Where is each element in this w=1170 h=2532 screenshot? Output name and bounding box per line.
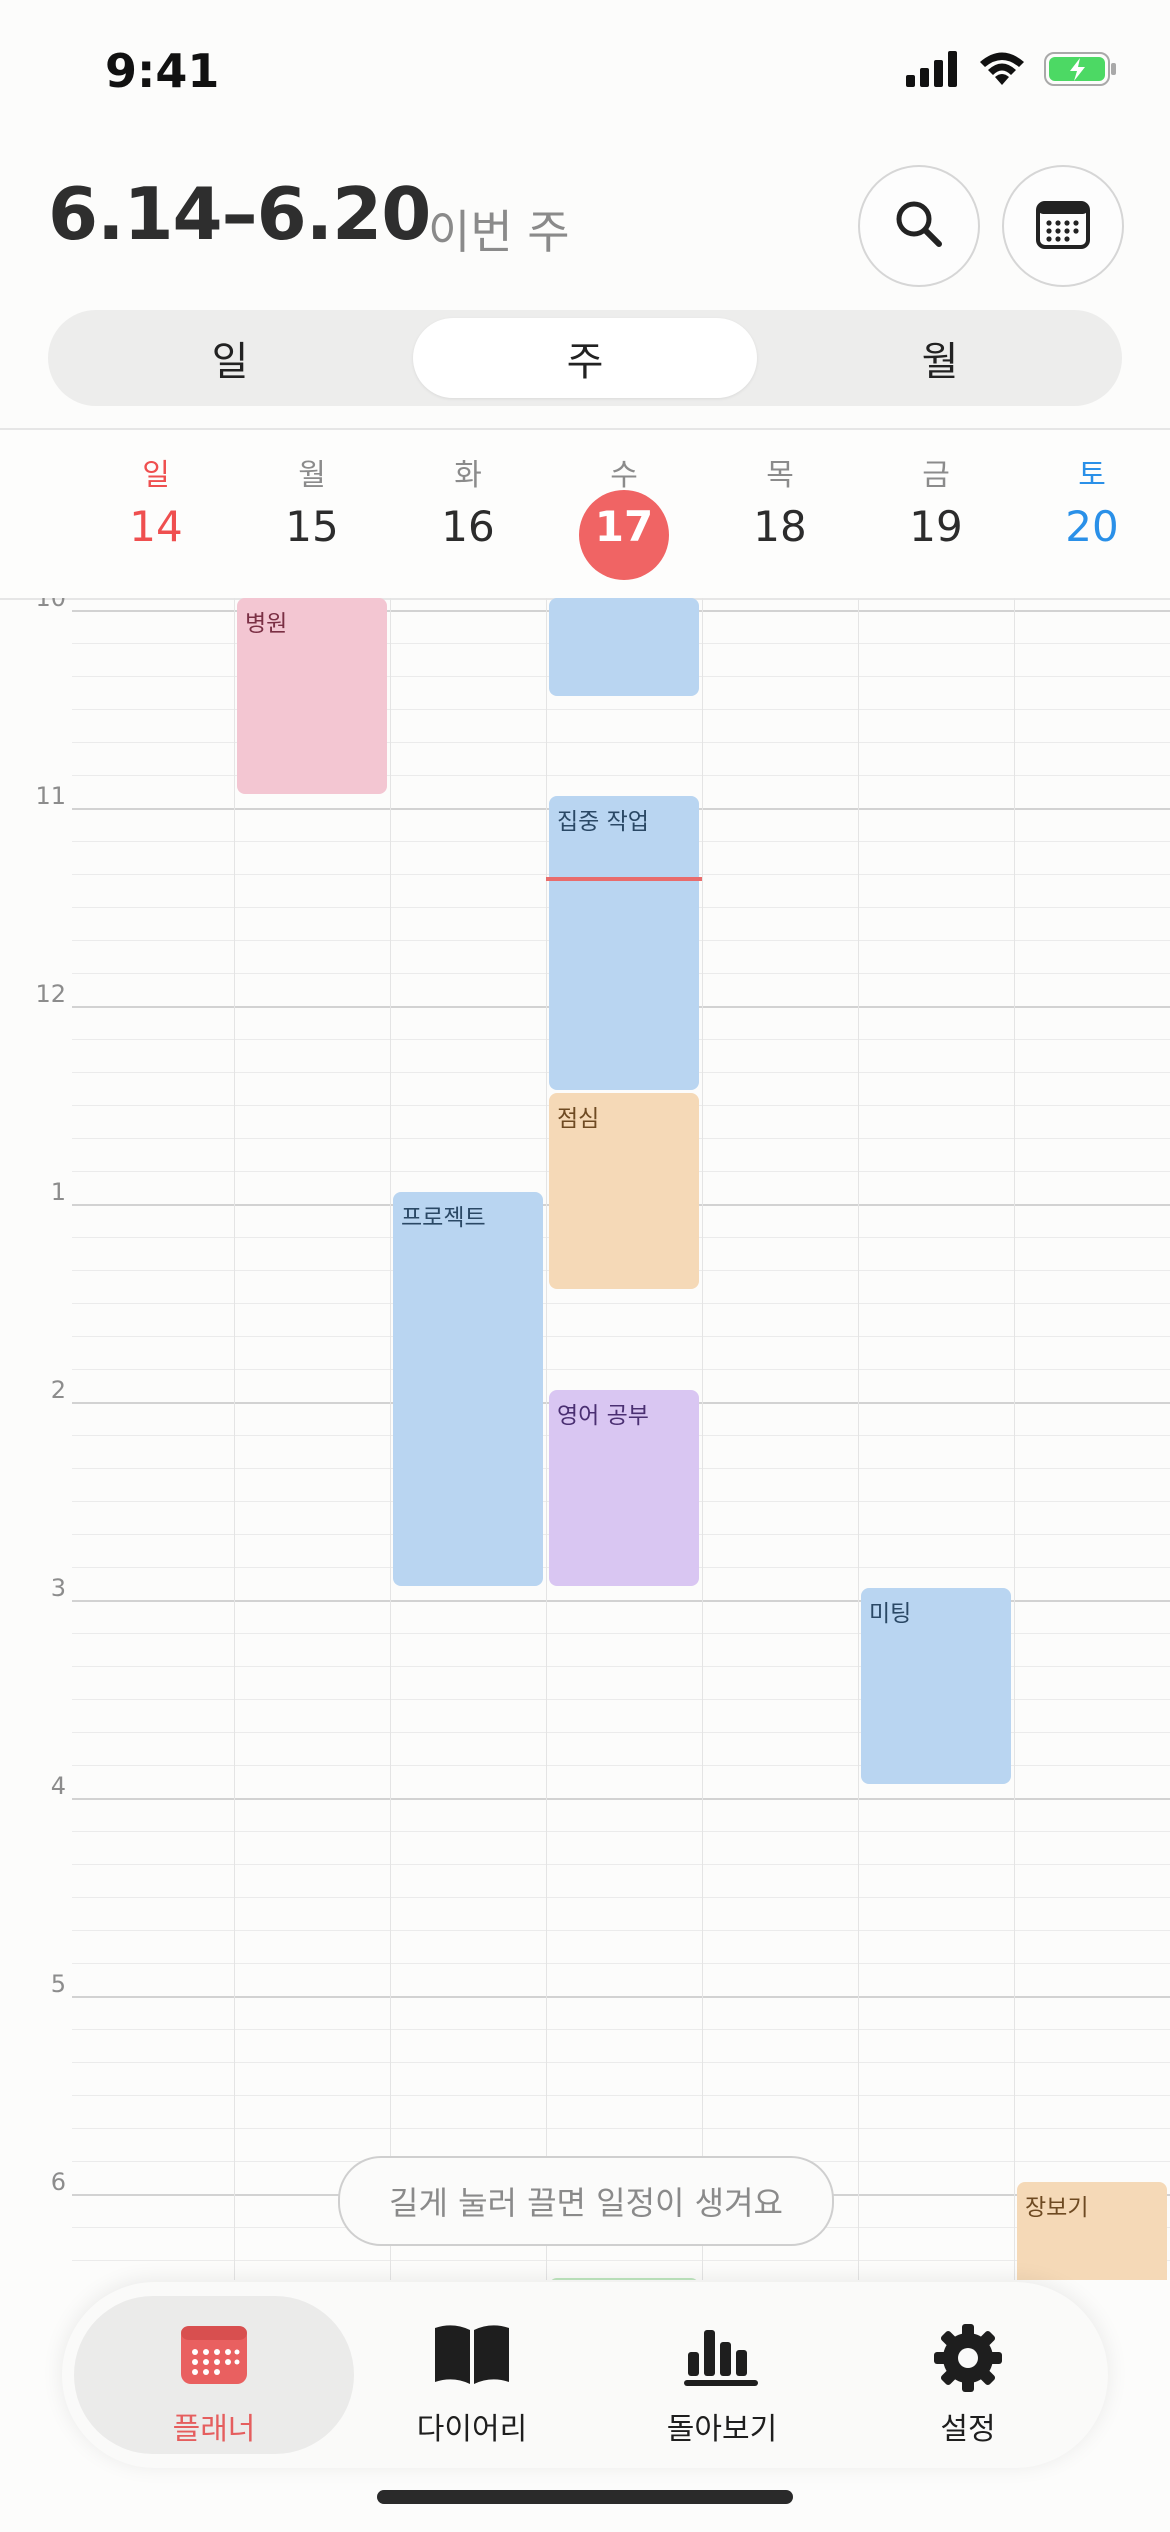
day-divider bbox=[702, 598, 703, 2280]
day-date: 19 bbox=[909, 502, 963, 551]
event-grocery[interactable]: 장보기 bbox=[1017, 2182, 1167, 2280]
hour-line bbox=[72, 1996, 1170, 1998]
event-project[interactable]: 프로젝트 bbox=[393, 1192, 543, 1586]
subhour-line bbox=[72, 1963, 1170, 1964]
day-date: 17 bbox=[594, 502, 654, 551]
event-focus-work[interactable]: 집중 작업 bbox=[549, 796, 699, 1090]
search-icon bbox=[893, 198, 945, 254]
subhour-line bbox=[72, 1897, 1170, 1898]
home-indicator[interactable] bbox=[377, 2490, 793, 2504]
subhour-line bbox=[72, 1930, 1170, 1931]
wifi-icon bbox=[978, 51, 1026, 91]
event-lunch[interactable]: 점심 bbox=[549, 1093, 699, 1289]
page-title: 6.14–6.20 bbox=[48, 172, 431, 256]
cellular-signal-icon bbox=[906, 51, 960, 91]
day-name: 월 bbox=[298, 458, 326, 493]
bottom-tab-bar: 플래너 다이어리 돌아보기 설정 bbox=[62, 2282, 1108, 2468]
day-column-sun[interactable]: 일 14 bbox=[78, 430, 234, 598]
subhour-line bbox=[72, 2062, 1170, 2063]
segment-day[interactable]: 일 bbox=[58, 318, 402, 398]
day-divider bbox=[390, 598, 391, 2280]
event-untitled[interactable] bbox=[549, 598, 699, 696]
subhour-line bbox=[72, 2029, 1170, 2030]
status-time: 9:41 bbox=[105, 44, 220, 98]
segment-month[interactable]: 월 bbox=[768, 318, 1112, 398]
bar-chart-icon bbox=[582, 2322, 862, 2388]
hour-label: 11 bbox=[35, 782, 66, 810]
day-column-wed[interactable]: 수 17 bbox=[546, 430, 702, 598]
subhour-line bbox=[72, 1831, 1170, 1832]
day-date: 20 bbox=[1065, 502, 1119, 551]
day-divider bbox=[1014, 598, 1015, 2280]
search-button[interactable] bbox=[858, 165, 980, 287]
tab-label: 설정 bbox=[940, 2412, 996, 2447]
view-mode-segmented-control: 일 주 월 bbox=[48, 310, 1122, 406]
current-time-line bbox=[546, 877, 702, 881]
event-english-study[interactable]: 영어 공부 bbox=[549, 1390, 699, 1586]
hour-label: 4 bbox=[50, 1772, 66, 1800]
tab-label: 돌아보기 bbox=[666, 2412, 778, 2447]
hour-label: 2 bbox=[50, 1376, 66, 1404]
battery-icon bbox=[1044, 50, 1118, 92]
tab-diary[interactable]: 다이어리 bbox=[332, 2296, 612, 2454]
day-name: 일 bbox=[142, 458, 170, 493]
day-divider bbox=[858, 598, 859, 2280]
day-name: 토 bbox=[1078, 458, 1106, 493]
day-name: 목 bbox=[766, 458, 794, 493]
day-name: 금 bbox=[922, 458, 950, 493]
hour-label: 1 bbox=[50, 1178, 66, 1206]
day-column-mon[interactable]: 월 15 bbox=[234, 430, 390, 598]
hour-label: 12 bbox=[35, 980, 66, 1008]
status-icons bbox=[906, 50, 1118, 92]
hour-line bbox=[72, 1798, 1170, 1800]
event-hospital[interactable]: 병원 bbox=[237, 598, 387, 794]
day-column-fri[interactable]: 금 19 bbox=[858, 430, 1014, 598]
segment-week[interactable]: 주 bbox=[413, 318, 757, 398]
day-date: 18 bbox=[753, 502, 807, 551]
day-date: 14 bbox=[129, 502, 183, 551]
week-timeline-grid[interactable]: 10 11 12 1 2 3 4 5 6 병원 집중 작업 점심 프로젝트 영어… bbox=[0, 598, 1170, 2280]
subhour-line bbox=[72, 1303, 1170, 1304]
book-icon bbox=[332, 2322, 612, 2386]
calendar-icon bbox=[1036, 199, 1090, 253]
tab-planner[interactable]: 플래너 bbox=[74, 2296, 354, 2454]
event-meeting[interactable]: 미팅 bbox=[861, 1588, 1011, 1784]
drag-hint: 길게 눌러 끌면 일정이 생겨요 bbox=[338, 2156, 834, 2246]
hour-label: 10 bbox=[35, 598, 66, 612]
day-column-thu[interactable]: 목 18 bbox=[702, 430, 858, 598]
subhour-line bbox=[72, 2095, 1170, 2096]
day-divider bbox=[234, 598, 235, 2280]
week-day-header: 일 14 월 15 화 16 수 17 목 18 금 19 토 20 bbox=[0, 428, 1170, 600]
hour-label: 6 bbox=[50, 2168, 66, 2196]
day-name: 화 bbox=[454, 458, 482, 493]
gear-icon bbox=[828, 2322, 1108, 2394]
hour-label: 5 bbox=[50, 1970, 66, 1998]
tab-settings[interactable]: 설정 bbox=[828, 2296, 1108, 2454]
day-divider bbox=[546, 598, 547, 2280]
subhour-line bbox=[72, 1369, 1170, 1370]
subhour-line bbox=[72, 2260, 1170, 2261]
day-column-tue[interactable]: 화 16 bbox=[390, 430, 546, 598]
tab-label: 다이어리 bbox=[416, 2412, 528, 2447]
calendar-picker-button[interactable] bbox=[1002, 165, 1124, 287]
subhour-line bbox=[72, 1336, 1170, 1337]
tab-review[interactable]: 돌아보기 bbox=[582, 2296, 862, 2454]
event-partial[interactable] bbox=[549, 2278, 699, 2280]
tab-label: 플래너 bbox=[172, 2412, 256, 2447]
day-date: 16 bbox=[441, 502, 495, 551]
week-subtitle: 이번 주 bbox=[428, 205, 570, 259]
day-name: 수 bbox=[610, 458, 638, 493]
day-column-sat[interactable]: 토 20 bbox=[1014, 430, 1170, 598]
subhour-line bbox=[72, 1864, 1170, 1865]
day-date: 15 bbox=[285, 502, 339, 551]
calendar-icon bbox=[74, 2322, 354, 2386]
subhour-line bbox=[72, 2128, 1170, 2129]
hour-label: 3 bbox=[50, 1574, 66, 1602]
